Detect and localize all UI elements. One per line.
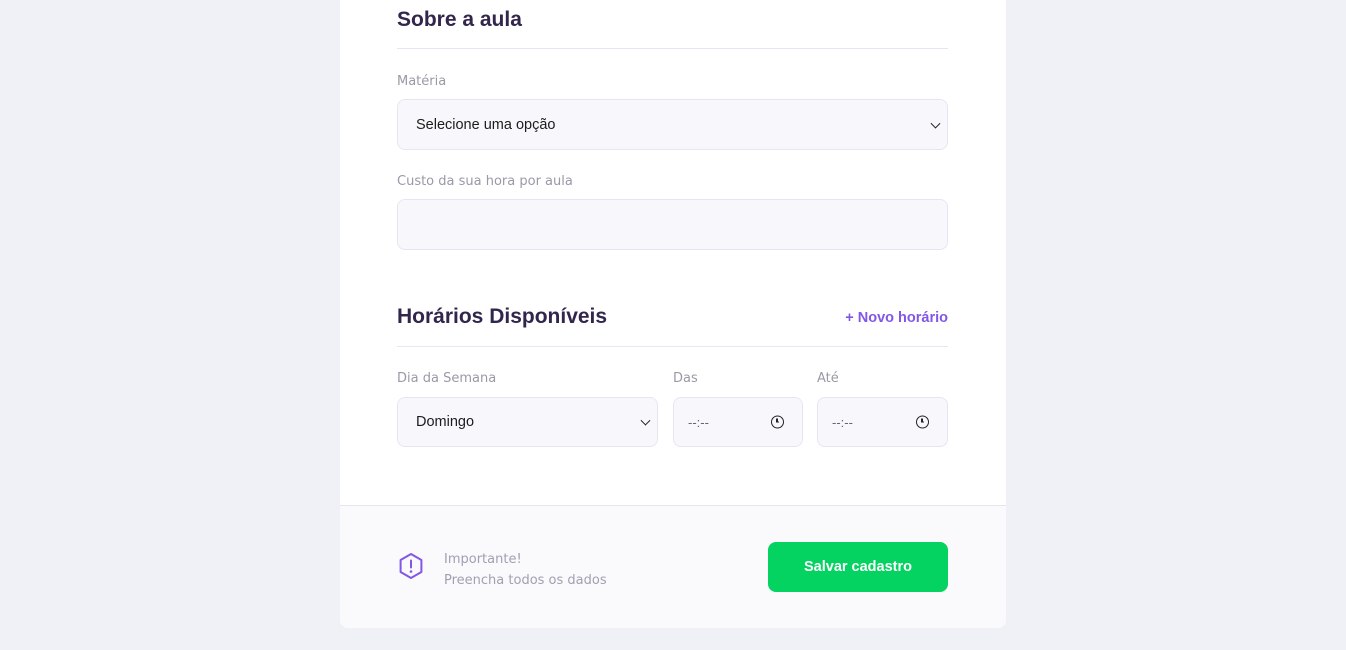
weekday-select[interactable]: Domingo xyxy=(397,397,658,447)
section-title-schedule: Horários Disponíveis xyxy=(397,305,608,328)
chevron-down-icon xyxy=(930,118,941,129)
to-label: Até xyxy=(817,371,839,386)
subject-select-value: Selecione uma opção xyxy=(416,116,556,133)
warning-title: Importante! xyxy=(444,552,522,567)
add-schedule-link[interactable]: + Novo horário xyxy=(845,310,948,326)
from-label: Das xyxy=(673,371,698,386)
divider xyxy=(397,48,948,49)
section-title-about: Sobre a aula xyxy=(397,8,522,31)
form-footer: Importante! Preencha todos os dados Salv… xyxy=(340,505,1006,628)
subject-label: Matéria xyxy=(397,74,447,89)
weekday-select-value: Domingo xyxy=(416,414,475,430)
form-card: Sobre a aula Matéria Selecione uma opção… xyxy=(340,0,1006,628)
warning-icon xyxy=(399,553,423,579)
to-time-input[interactable]: --:-- xyxy=(817,397,948,447)
from-time-value: --:-- xyxy=(688,414,709,430)
from-time-input[interactable]: --:-- xyxy=(673,397,803,447)
divider xyxy=(397,346,948,347)
warning-text-block: Importante! Preencha todos os dados xyxy=(444,549,607,591)
warning-message: Preencha todos os dados xyxy=(444,573,607,588)
save-button[interactable]: Salvar cadastro xyxy=(768,542,948,592)
clock-icon[interactable] xyxy=(916,415,929,429)
weekday-label: Dia da Semana xyxy=(397,371,497,386)
to-time-value: --:-- xyxy=(832,414,853,430)
chevron-down-icon xyxy=(640,415,651,426)
cost-label: Custo da sua hora por aula xyxy=(397,174,573,189)
cost-input[interactable] xyxy=(397,199,948,250)
subject-select[interactable]: Selecione uma opção xyxy=(397,99,948,150)
clock-icon[interactable] xyxy=(771,415,784,429)
